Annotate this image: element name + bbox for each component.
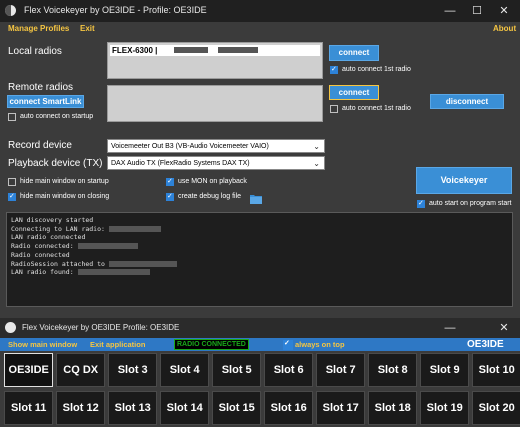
- remote-auto-connect-label: auto connect 1st radio: [342, 105, 411, 112]
- remote-radios-label: Remote radios: [8, 82, 74, 93]
- remote-connect-button[interactable]: connect: [329, 85, 379, 100]
- local-auto-connect-checkbox[interactable]: [330, 65, 338, 74]
- maximize-button[interactable]: ☐: [467, 4, 487, 18]
- local-radios-list[interactable]: FLEX-6300 |: [107, 42, 323, 79]
- remote-radios-list[interactable]: [107, 85, 323, 122]
- hide-startup-label: hide main window on startup: [20, 178, 109, 185]
- log-line: Connecting to LAN radio:: [11, 225, 508, 234]
- folder-icon[interactable]: [250, 191, 262, 204]
- slot-button[interactable]: Slot 12: [56, 391, 106, 425]
- hide-startup-checkbox[interactable]: [8, 178, 16, 186]
- hide-closing-label: hide main window on closing: [20, 193, 110, 200]
- slot-button[interactable]: Slot 4: [160, 353, 210, 387]
- keyer-window-titlebar: Flex Voicekeyer by OE3IDE Profile: OE3ID…: [0, 318, 520, 338]
- slot-button[interactable]: Slot 10: [472, 353, 520, 387]
- slot-button[interactable]: Slot 5: [212, 353, 262, 387]
- chevron-down-icon: ⌄: [313, 142, 320, 151]
- debug-log-label: create debug log file: [178, 193, 242, 200]
- record-device-value: Voicemeeter Out B3 (VB-Audio Voicemeeter…: [111, 143, 269, 150]
- connect-smartlink-button[interactable]: connect SmartLink: [7, 95, 84, 108]
- redacted-text: [174, 47, 208, 53]
- chevron-down-icon: ⌄: [313, 159, 320, 168]
- slot-button[interactable]: Slot 15: [212, 391, 262, 425]
- voicekeyer-button[interactable]: Voicekeyer: [416, 167, 512, 194]
- slot-button[interactable]: CQ DX: [56, 353, 106, 387]
- log-line: LAN discovery started: [11, 216, 94, 224]
- log-line: Radio connected:: [11, 242, 508, 251]
- redacted-text: [77, 269, 150, 276]
- local-connect-button[interactable]: connect: [329, 45, 379, 61]
- slot-grid: OE3IDE CQ DX Slot 3 Slot 4 Slot 5 Slot 6 Slot …: [0, 351, 520, 427]
- record-device-label: Record device: [8, 140, 72, 151]
- redacted-text: [108, 260, 177, 267]
- minimize-button[interactable]: —: [440, 321, 460, 335]
- close-button[interactable]: ✕: [494, 321, 514, 335]
- slot-button[interactable]: Slot 11: [4, 391, 54, 425]
- app-icon: [5, 5, 16, 16]
- always-on-top-label: always on top: [295, 340, 345, 349]
- slot-button[interactable]: Slot 7: [316, 353, 366, 387]
- keyer-toolbar: Show main window Exit application RADIO …: [0, 338, 520, 351]
- slot-button[interactable]: Slot 14: [160, 391, 210, 425]
- auto-connect-startup-label: auto connect on startup: [20, 113, 94, 120]
- slot-button[interactable]: Slot 6: [264, 353, 314, 387]
- local-radio-entry[interactable]: FLEX-6300 |: [110, 45, 320, 56]
- auto-start-checkbox[interactable]: [417, 199, 425, 208]
- playback-device-value: DAX Audio TX (FlexRadio Systems DAX TX): [111, 160, 250, 167]
- slot-button[interactable]: Slot 17: [316, 391, 366, 425]
- keyer-window-title: Flex Voicekeyer by OE3IDE Profile: OE3ID…: [22, 323, 180, 332]
- menu-manage-profiles[interactable]: Manage Profiles: [8, 24, 69, 33]
- slot-button[interactable]: Slot 19: [420, 391, 470, 425]
- window-title: Flex Voicekeyer by OE3IDE - Profile: OE3…: [24, 5, 207, 15]
- main-window-titlebar: Flex Voicekeyer by OE3IDE - Profile: OE3…: [0, 0, 520, 22]
- status-badge: RADIO CONNECTED: [174, 339, 249, 350]
- debug-log-checkbox[interactable]: [166, 192, 174, 201]
- slot-button[interactable]: Slot 18: [368, 391, 418, 425]
- slot-button[interactable]: Slot 3: [108, 353, 158, 387]
- redacted-text: [218, 47, 258, 53]
- playback-device-label: Playback device (TX): [8, 158, 103, 169]
- remote-auto-connect-checkbox[interactable]: [330, 105, 338, 113]
- log-output[interactable]: LAN discovery started Connecting to LAN …: [6, 212, 513, 307]
- use-mon-label: use MON on playback: [178, 178, 247, 185]
- hide-closing-checkbox[interactable]: [8, 192, 16, 201]
- slot-button[interactable]: Slot 20: [472, 391, 520, 425]
- menu-about[interactable]: About: [493, 24, 516, 33]
- callsign-label: OE3IDE: [467, 339, 504, 350]
- slot-button[interactable]: Slot 16: [264, 391, 314, 425]
- redacted-text: [108, 225, 161, 232]
- menu-exit[interactable]: Exit: [80, 24, 95, 33]
- minimize-button[interactable]: —: [440, 4, 460, 18]
- close-button[interactable]: ✕: [494, 4, 514, 18]
- log-line: LAN radio connected: [11, 233, 86, 242]
- local-auto-connect-label: auto connect 1st radio: [342, 66, 411, 73]
- show-main-window-link[interactable]: Show main window: [8, 340, 77, 349]
- slot-button[interactable]: Slot 9: [420, 353, 470, 387]
- always-on-top-checkbox[interactable]: [283, 339, 293, 350]
- local-radios-label: Local radios: [8, 46, 62, 57]
- slot-button[interactable]: OE3IDE: [4, 353, 54, 387]
- exit-application-link[interactable]: Exit application: [90, 340, 145, 349]
- log-line: Radio connected: [11, 250, 70, 259]
- local-radio-name: FLEX-6300 |: [112, 46, 158, 55]
- auto-connect-startup-checkbox[interactable]: [8, 113, 16, 121]
- log-line: RadioSession attached to: [11, 260, 508, 269]
- slot-button[interactable]: Slot 13: [108, 391, 158, 425]
- app-icon: [5, 322, 16, 333]
- use-mon-checkbox[interactable]: [166, 177, 174, 186]
- disconnect-button[interactable]: disconnect: [430, 94, 504, 109]
- menu-bar: Manage Profiles Exit About: [0, 22, 520, 36]
- record-device-select[interactable]: Voicemeeter Out B3 (VB-Audio Voicemeeter…: [107, 139, 325, 153]
- playback-device-select[interactable]: DAX Audio TX (FlexRadio Systems DAX TX) …: [107, 156, 325, 170]
- log-line: LAN radio found:: [11, 268, 508, 277]
- slot-button[interactable]: Slot 8: [368, 353, 418, 387]
- redacted-text: [77, 243, 138, 250]
- auto-start-label: auto start on program start: [429, 200, 512, 207]
